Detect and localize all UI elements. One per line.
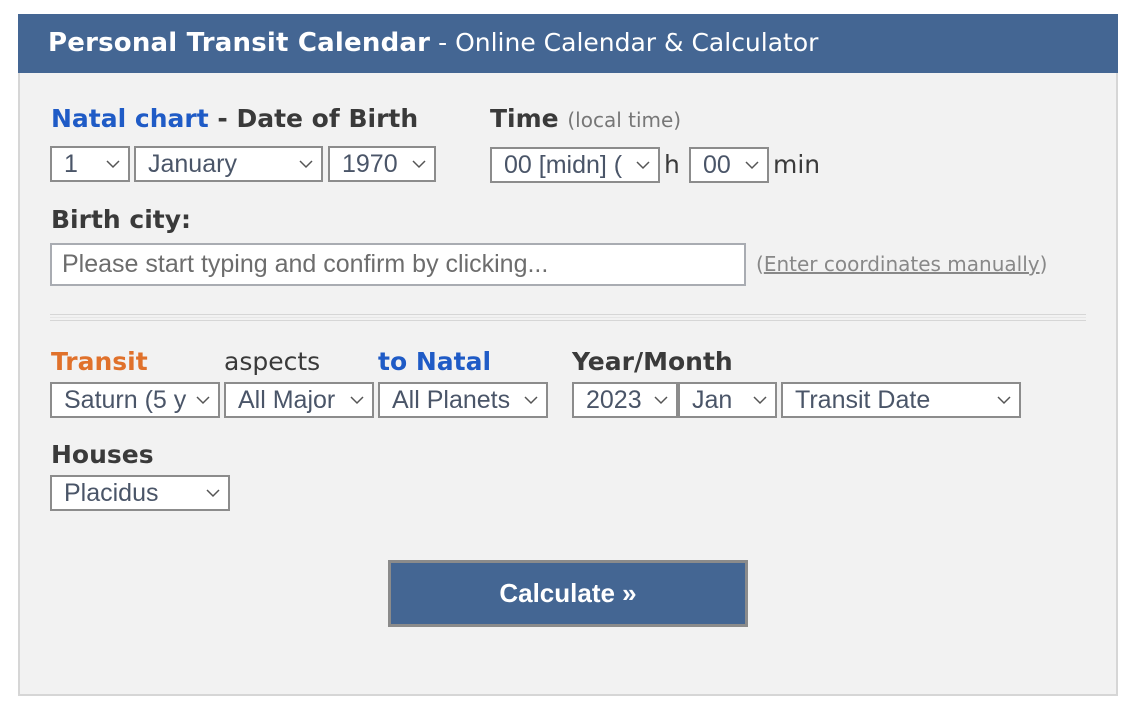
natal-planets-select[interactable]: All Planets [378, 382, 548, 418]
year-month-label: Year/Month [572, 347, 733, 376]
chevron-down-icon [652, 384, 670, 416]
transit-year-select[interactable]: 2023 [572, 382, 678, 418]
house-system-select[interactable]: Placidus [50, 475, 230, 511]
heading-separator: - [208, 104, 237, 133]
birth-year-value: 1970 [342, 150, 398, 178]
time-heading: Time (local time) [490, 104, 681, 133]
birth-day-value: 1 [64, 150, 78, 178]
section-divider [50, 314, 1086, 324]
aspects-value: All Major [238, 386, 336, 414]
houses-label: Houses [51, 440, 154, 469]
transit-month-select[interactable]: Jan [678, 382, 777, 418]
natal-planets-value: All Planets [392, 386, 511, 414]
page-header: Personal Transit Calendar - Online Calen… [18, 14, 1118, 73]
chevron-down-icon [297, 148, 315, 180]
to-natal-label: to Natal [378, 347, 492, 376]
transit-planet-value: Saturn (5 y [64, 386, 187, 414]
chevron-down-icon [522, 384, 540, 416]
birth-year-select[interactable]: 1970 [328, 146, 436, 182]
enter-coordinates-hint: (Enter coordinates manually) [756, 252, 1047, 276]
chevron-down-icon [634, 149, 652, 181]
date-of-birth-heading: Natal chart - Date of Birth [51, 104, 418, 133]
birth-hour-value: 00 [midn] ( [504, 151, 623, 179]
chevron-down-icon [348, 384, 366, 416]
birth-minute-select[interactable]: 00 [689, 147, 769, 183]
sort-order-select[interactable]: Transit Date [781, 382, 1021, 418]
page-title: Personal Transit Calendar [48, 28, 431, 58]
chevron-down-icon [751, 384, 769, 416]
birth-minute-value: 00 [703, 151, 731, 179]
hour-unit-label: h [664, 150, 680, 179]
transit-label: Transit [51, 347, 148, 376]
birth-month-select[interactable]: January [134, 146, 323, 182]
date-of-birth-label: Date of Birth [236, 104, 419, 133]
birth-hour-select[interactable]: 00 [midn] ( [490, 147, 660, 183]
transit-planet-select[interactable]: Saturn (5 y [50, 382, 220, 418]
chevron-down-icon [743, 149, 761, 181]
coords-open-paren: ( [756, 252, 764, 276]
birth-city-input[interactable] [50, 243, 746, 286]
coords-close-paren: ) [1039, 252, 1048, 276]
chevron-down-icon [995, 384, 1013, 416]
transit-month-value: Jan [692, 386, 733, 414]
aspects-select[interactable]: All Major [224, 382, 374, 418]
birth-day-select[interactable]: 1 [50, 146, 130, 182]
title-separator: - [430, 28, 456, 57]
sort-order-value: Transit Date [795, 386, 931, 414]
chevron-down-icon [194, 384, 212, 416]
house-system-value: Placidus [64, 479, 159, 507]
natal-chart-link[interactable]: Natal chart [51, 104, 209, 133]
birth-month-value: January [148, 150, 237, 178]
chevron-down-icon [204, 477, 222, 509]
calculate-button[interactable]: Calculate » [388, 560, 748, 627]
chevron-down-icon [104, 148, 122, 180]
time-label: Time [490, 104, 559, 133]
transit-year-value: 2023 [586, 386, 642, 414]
page-subtitle: Online Calendar & Calculator [455, 28, 819, 57]
birth-city-label: Birth city: [51, 205, 192, 234]
chevron-down-icon [410, 148, 428, 180]
minute-unit-label: min [773, 150, 821, 179]
aspects-label: aspects [224, 347, 321, 376]
enter-coordinates-link[interactable]: Enter coordinates manually [764, 252, 1040, 276]
local-time-note: (local time) [567, 108, 682, 132]
